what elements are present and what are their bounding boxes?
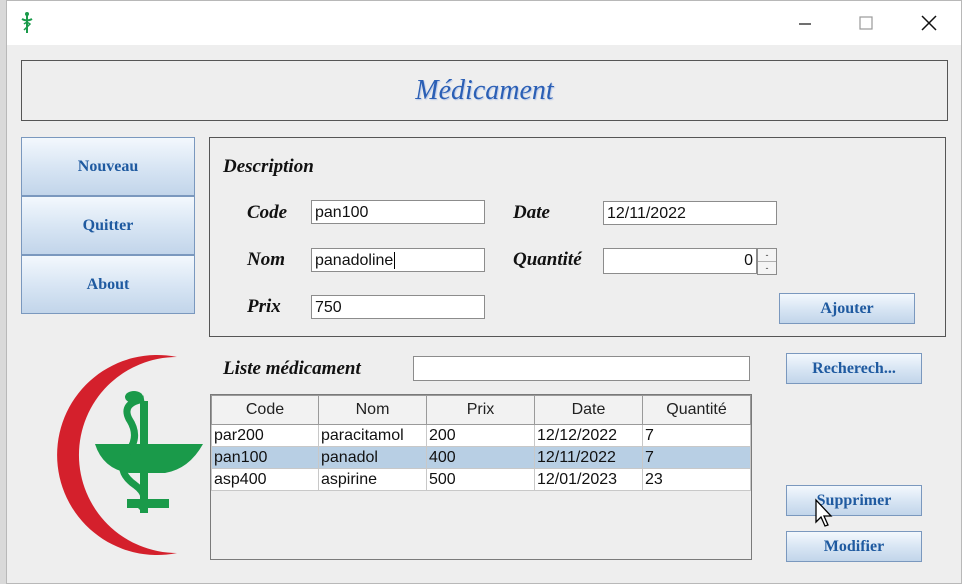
table-cell[interactable]: 12/12/2022 [534,424,643,447]
table-cell[interactable]: 200 [426,424,535,447]
table-cell[interactable]: panadol [318,446,427,469]
liste-title: Liste médicament [223,358,361,379]
minimize-button[interactable] [782,9,828,37]
pharmacy-app-icon [21,12,33,33]
date-field[interactable]: 12/11/2022 [603,201,777,225]
quantite-label: Quantité [513,249,582,270]
medicament-table: Code Nom Prix Date Quantité par200 parac… [210,394,752,560]
quantite-spinner-buttons[interactable]: - - [757,248,777,275]
column-header-quantite[interactable]: Quantité [642,395,751,425]
red-crescent-logo [57,355,203,555]
quitter-button[interactable]: Quitter [21,196,195,255]
spinner-up-icon[interactable]: - [758,249,776,262]
nouveau-button[interactable]: Nouveau [21,137,195,196]
app-window: Médicament Nouveau Quitter About Descrip… [6,0,962,584]
about-button[interactable]: About [21,255,195,314]
header-panel: Médicament [21,60,948,121]
quantite-spinner-field[interactable]: 0 [603,248,757,274]
table-row[interactable]: asp400 aspirine 500 12/01/2023 23 [211,468,751,491]
recherche-button[interactable]: Recherech... [786,353,922,384]
column-header-prix[interactable]: Prix [426,395,535,425]
modifier-button[interactable]: Modifier [786,531,922,562]
table-cell[interactable]: 500 [426,468,535,491]
table-cell[interactable]: 12/11/2022 [534,446,643,469]
description-panel: Description Code pan100 Date 12/11/2022 … [209,137,946,337]
prix-label: Prix [247,296,281,317]
maximize-button[interactable] [843,9,889,37]
table-cell[interactable]: 23 [642,468,751,491]
text-caret [394,252,396,270]
nom-value: panadoline [315,252,394,269]
table-cell[interactable]: 7 [642,446,751,469]
column-header-date[interactable]: Date [534,395,643,425]
table-cell[interactable]: pan100 [211,446,319,469]
column-header-nom[interactable]: Nom [318,395,427,425]
table-cell[interactable]: asp400 [211,468,319,491]
table-cell[interactable]: 12/01/2023 [534,468,643,491]
code-label: Code [247,202,288,223]
table-cell[interactable]: 7 [642,424,751,447]
nom-field[interactable]: panadoline [311,248,485,272]
table-cell[interactable]: 400 [426,446,535,469]
code-field[interactable]: pan100 [311,200,485,224]
date-label: Date [513,202,550,223]
table-row-selected[interactable]: pan100 panadol 400 12/11/2022 7 [211,446,751,469]
title-bar [7,1,961,45]
prix-field[interactable]: 750 [311,295,485,319]
caduceus-icon [95,391,203,513]
page-title: Médicament [415,74,554,106]
table-row[interactable]: par200 paracitamol 200 12/12/2022 7 [211,424,751,447]
maximize-icon [859,16,873,30]
spinner-down-icon[interactable]: - [758,262,776,274]
table-cell[interactable]: par200 [211,424,319,447]
description-title: Description [223,156,314,177]
nom-label: Nom [247,249,285,270]
minimize-icon [799,23,811,25]
mouse-pointer-icon [815,498,833,527]
table-cell[interactable]: aspirine [318,468,427,491]
close-icon [921,15,937,31]
close-button[interactable] [906,9,952,37]
ajouter-button[interactable]: Ajouter [779,293,915,324]
supprimer-button[interactable]: Supprimer [786,485,922,516]
search-field[interactable] [413,356,750,381]
table-cell[interactable]: paracitamol [318,424,427,447]
column-header-code[interactable]: Code [211,395,319,425]
